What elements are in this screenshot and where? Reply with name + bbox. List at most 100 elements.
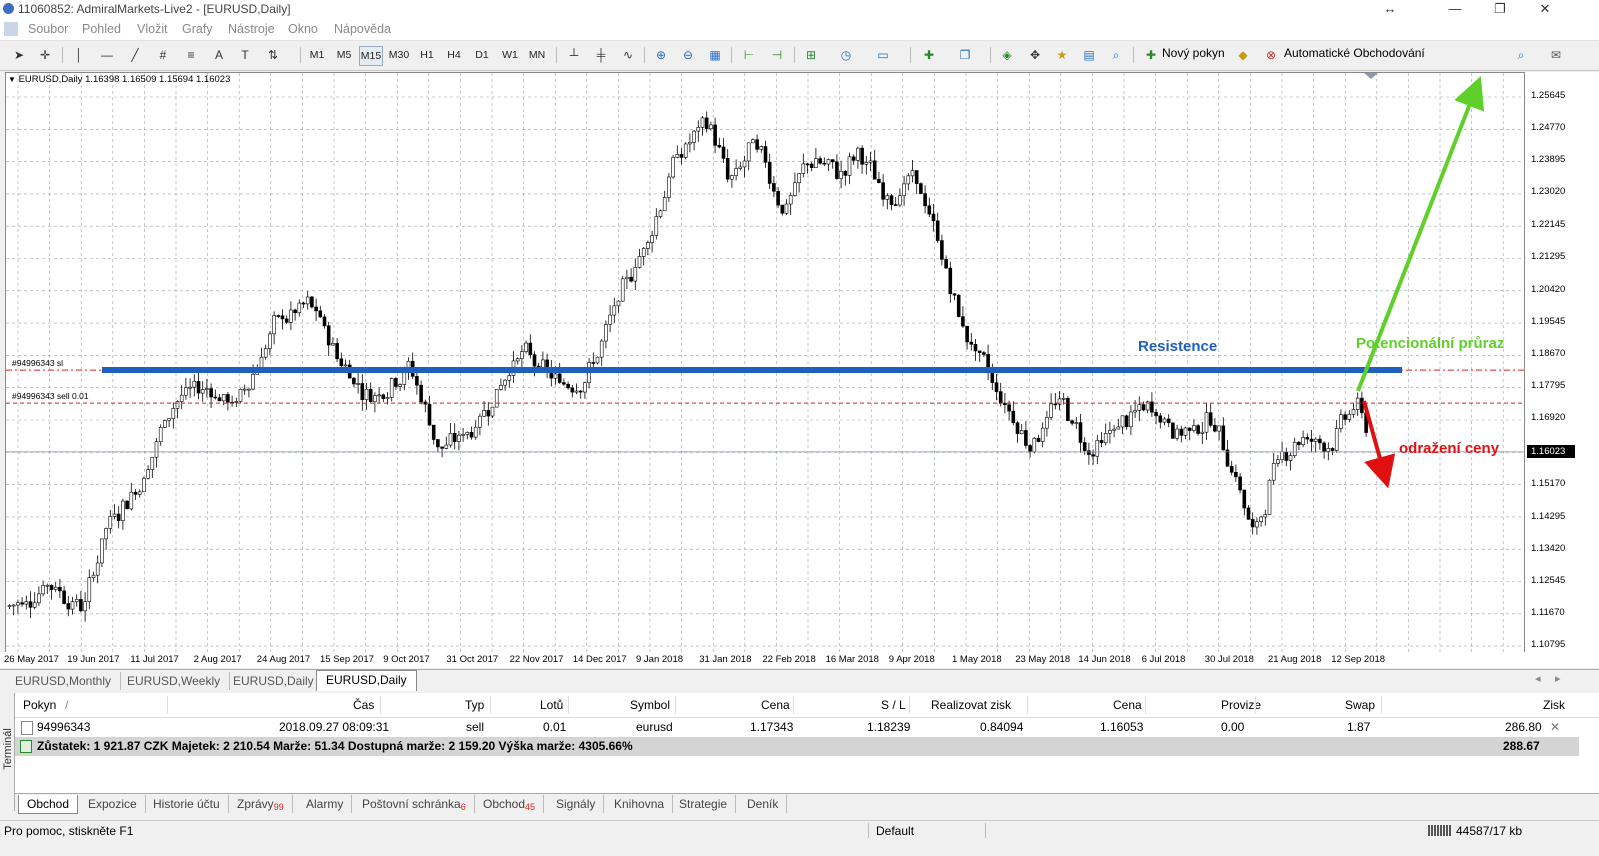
header-symbol[interactable]: Symbol	[630, 693, 670, 717]
header-type[interactable]: Typ	[465, 693, 484, 717]
timeframe-mn[interactable]: MN	[526, 46, 548, 64]
line-chart-icon[interactable]: ∿	[617, 45, 639, 65]
indicators-icon[interactable]: ⊞	[800, 45, 822, 65]
row-sl[interactable]: 1.18239	[867, 717, 910, 737]
fibonacci-icon[interactable]: ≡	[180, 45, 202, 65]
terminal-tab[interactable]: Poštovní schránka6	[354, 795, 475, 813]
terminal-tab[interactable]: Knihovna	[606, 795, 674, 813]
price-chart[interactable]: #94996343 sl #94996343 sell 0.01 Resistenc…	[5, 72, 1525, 654]
minimize-button[interactable]: —	[1435, 0, 1475, 18]
candle-body	[893, 204, 898, 206]
header-order[interactable]: Pokyn	[23, 693, 56, 717]
profiles-icon[interactable]: ❐	[954, 45, 976, 65]
text-label-icon[interactable]: T	[234, 45, 256, 65]
header-sl[interactable]: S / L	[881, 693, 906, 717]
candle-body	[242, 388, 247, 391]
tab-eurusd-weekly[interactable]: EURUSD,Weekly	[118, 672, 231, 690]
chart-canvas[interactable]: #94996343 sl #94996343 sell 0.01 Resistenc…	[6, 73, 1524, 653]
crosshair-icon[interactable]: ✛	[34, 45, 56, 65]
menu-napoveda[interactable]: Nápověda	[334, 22, 391, 36]
timeframe-d1[interactable]: D1	[471, 46, 493, 64]
tab-eurusd-daily[interactable]: EURUSD,Daily	[224, 672, 324, 690]
terminal-tab[interactable]: Deník	[739, 795, 788, 813]
search-icon[interactable]: ⌕	[1510, 45, 1532, 65]
terminal-tab[interactable]: Historie účtu	[145, 795, 229, 813]
auto-scroll-icon[interactable]: ⊢	[738, 45, 760, 65]
new-order-button[interactable]: Nový pokyn	[1162, 46, 1225, 60]
tab-scroll-left-icon[interactable]: ◂	[1535, 672, 1541, 685]
header-price[interactable]: Cena	[761, 693, 790, 717]
terminal-tab[interactable]: Signály	[548, 795, 605, 813]
timeframe-h4[interactable]: H4	[443, 46, 465, 64]
metaeditor-icon[interactable]: ◆	[1232, 45, 1254, 65]
menu-grafy[interactable]: Grafy	[182, 22, 213, 36]
header-lots[interactable]: Lotů	[540, 693, 563, 717]
terminal-tab[interactable]: Zprávy99	[229, 795, 293, 813]
header-take-profit[interactable]: Realizovat zisk	[931, 693, 1011, 717]
timeframe-m1[interactable]: M1	[306, 46, 328, 64]
maximize-button[interactable]: ❐	[1480, 0, 1520, 18]
zoom-in-icon[interactable]: ⊕	[650, 45, 672, 65]
autotrading-button[interactable]: Automatické Obchodování	[1284, 46, 1425, 60]
terminal-sidebar[interactable]: Terminál	[0, 693, 15, 811]
candle-body	[1322, 442, 1326, 452]
header-time[interactable]: Čas	[353, 693, 374, 717]
tester-icon[interactable]: ⌕	[1105, 45, 1127, 65]
timeframe-h1[interactable]: H1	[416, 46, 438, 64]
menu-nastroje[interactable]: Nástroje	[228, 22, 275, 36]
autotrading-icon[interactable]: ⊗	[1260, 45, 1282, 65]
candlestick-icon[interactable]: ╪	[590, 45, 612, 65]
data-window-icon[interactable]: ✥	[1024, 45, 1046, 65]
vertical-line-icon[interactable]: │	[68, 45, 90, 65]
document-icon[interactable]	[4, 22, 18, 36]
tab-eurusd-daily-active[interactable]: EURUSD,Daily	[316, 670, 417, 691]
close-order-icon[interactable]: ✕	[1550, 717, 1560, 737]
terminal-tab[interactable]: Obchod	[18, 795, 79, 814]
text-icon[interactable]: A	[208, 45, 230, 65]
row-tp[interactable]: 0.84094	[980, 717, 1023, 737]
header-current-price[interactable]: Cena	[1113, 693, 1142, 717]
tab-scroll-right-icon[interactable]: ▸	[1555, 672, 1561, 685]
timeframe-m5[interactable]: M5	[333, 46, 355, 64]
cursor-icon[interactable]: ➤	[8, 45, 30, 65]
new-order-icon[interactable]: ✚	[1140, 45, 1162, 65]
timeframe-m15[interactable]: M15	[359, 46, 383, 66]
trendline-icon[interactable]: ╱	[124, 45, 146, 65]
header-swap[interactable]: Swap	[1345, 693, 1375, 717]
timeframe-w1[interactable]: W1	[499, 46, 521, 64]
terminal-tab[interactable]: Expozice	[80, 795, 146, 813]
terminal-tab[interactable]: Alarmy	[298, 795, 353, 813]
arrows-icon[interactable]: ⇅	[262, 45, 284, 65]
terminal-tab[interactable]: Obchod45	[475, 795, 545, 813]
menu-pohled[interactable]: Pohled	[82, 22, 121, 36]
bar-chart-icon[interactable]: ┴	[563, 45, 585, 65]
timeframe-m30[interactable]: M30	[388, 46, 410, 64]
bounce-label: odražení ceny	[1399, 440, 1500, 457]
candle-body	[633, 267, 638, 282]
terminal-tab[interactable]: Strategie	[671, 795, 737, 813]
menu-vlozit[interactable]: Vložit	[137, 22, 168, 36]
new-chart-icon[interactable]: ✚	[918, 45, 940, 65]
row-type: sell	[466, 720, 485, 734]
market-watch-icon[interactable]: ◈	[996, 45, 1018, 65]
tile-windows-icon[interactable]: ▦	[704, 45, 726, 65]
zoom-out-icon[interactable]: ⊖	[677, 45, 699, 65]
menu-soubor[interactable]: Soubor	[28, 22, 68, 36]
header-profit[interactable]: Zisk	[1543, 693, 1565, 717]
candle-body	[1255, 521, 1259, 528]
terminal-icon[interactable]: ▤	[1078, 45, 1100, 65]
chat-icon[interactable]: ✉	[1545, 45, 1567, 65]
resize-icon[interactable]: ↔	[1370, 0, 1410, 18]
horizontal-line-icon[interactable]: —	[96, 45, 118, 65]
tab-eurusd-monthly[interactable]: EURUSD,Monthly	[6, 672, 122, 690]
templates-icon[interactable]: ▭	[872, 45, 894, 65]
candle-body	[154, 441, 159, 458]
periods-icon[interactable]: ◷	[835, 45, 857, 65]
candle-body	[805, 163, 810, 166]
menu-okno[interactable]: Okno	[288, 22, 318, 36]
chart-shift-icon[interactable]: ⊣	[766, 45, 788, 65]
navigator-icon[interactable]: ★	[1051, 45, 1073, 65]
equidistant-channel-icon[interactable]: #	[152, 45, 174, 65]
price-tick-label: 1.24770	[1531, 122, 1566, 133]
close-button[interactable]: ✕	[1525, 0, 1565, 18]
